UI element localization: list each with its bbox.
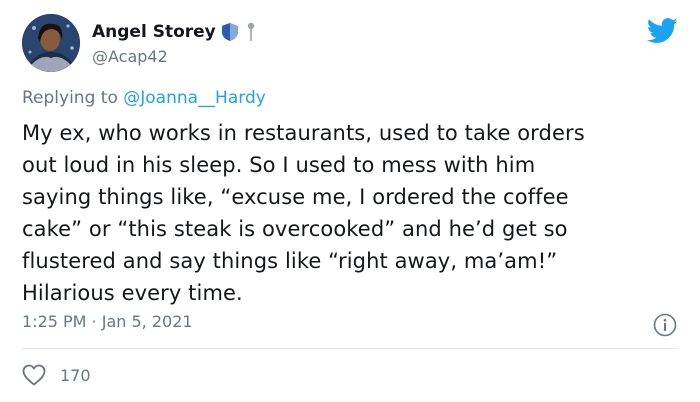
- tweet-time: 1:25 PM: [22, 312, 87, 331]
- author-badges: [222, 22, 256, 42]
- tweet-text-line: My ex, who works in restaurants, used to…: [22, 121, 585, 145]
- tweet-card: Angel Storey @Acap42 Replying to @Joanna…: [0, 0, 700, 402]
- tweet-date: Jan 5, 2021: [101, 312, 193, 331]
- like-action[interactable]: 170: [22, 364, 91, 386]
- author-handle[interactable]: @Acap42: [92, 47, 168, 66]
- author-name[interactable]: Angel Storey: [92, 22, 216, 42]
- info-icon[interactable]: [653, 313, 677, 337]
- tweet-text-line: cake” or “this steak is overcooked” and …: [22, 217, 568, 241]
- like-count: 170: [60, 365, 91, 385]
- replying-to: Replying to @Joanna__Hardy: [22, 88, 266, 108]
- tweet-text-line: Hilarious every time.: [22, 281, 243, 305]
- avatar[interactable]: [22, 14, 80, 72]
- twitter-bird-icon[interactable]: [647, 18, 678, 44]
- tweet-text-line: out loud in his sleep. So I used to mess…: [22, 153, 536, 177]
- tweet-text-line: saying things like, “excuse me, I ordere…: [22, 185, 569, 209]
- tweet-text-line: flustered and say things like “right awa…: [22, 249, 558, 273]
- divider: [22, 348, 678, 349]
- replying-to-label: Replying to: [22, 88, 124, 108]
- heart-icon[interactable]: [22, 364, 46, 386]
- shield-icon: [222, 23, 238, 41]
- avatar-image: [22, 14, 80, 72]
- pin-icon: [247, 22, 255, 41]
- tweet-timestamp[interactable]: 1:25 PM · Jan 5, 2021: [22, 312, 193, 331]
- meta-separator: ·: [86, 312, 102, 331]
- reply-mention-link[interactable]: @Joanna__Hardy: [123, 88, 266, 108]
- tweet-text: My ex, who works in restaurants, used to…: [22, 117, 690, 309]
